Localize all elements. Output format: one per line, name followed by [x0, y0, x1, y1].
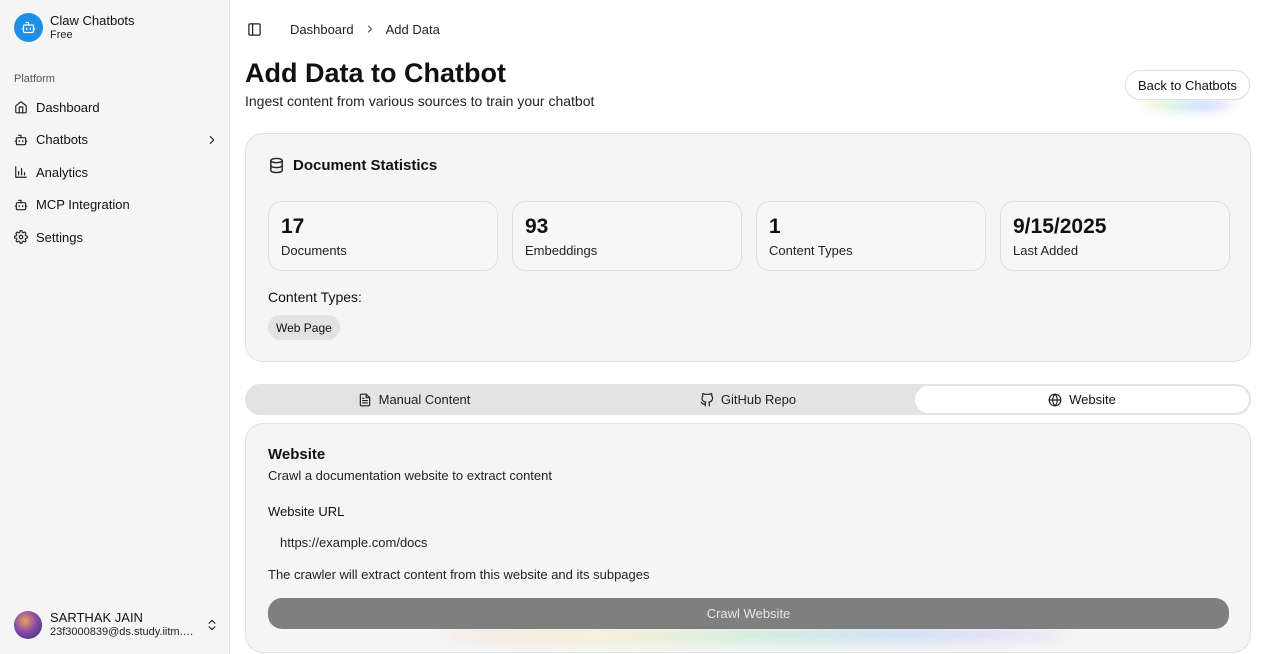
sidebar-nav: Dashboard Chatbots Analytics MCP Integra… — [14, 91, 219, 254]
sidebar-item-label: Chatbots — [36, 132, 89, 148]
content-types-label: Content Types: — [268, 289, 362, 305]
document-icon — [358, 393, 372, 407]
sidebar: Claw Chatbots Free Platform Dashboard Ch… — [0, 0, 230, 654]
user-menu[interactable]: SARTHAK JAIN 23f3000839@ds.study.iitm.ac… — [14, 610, 219, 640]
tab-label: Website — [1069, 392, 1116, 407]
breadcrumb-add-data: Add Data — [385, 21, 440, 37]
page-title: Add Data to Chatbot — [245, 58, 506, 88]
tab-github-repo[interactable]: GitHub Repo — [581, 386, 915, 413]
stat-label: Last Added — [1013, 243, 1079, 258]
stat-label: Content Types — [769, 243, 853, 258]
brand-name: Claw Chatbots — [50, 13, 135, 29]
database-icon — [268, 157, 285, 174]
sidebar-item-mcp-integration[interactable]: MCP Integration — [14, 189, 219, 222]
card-title: Website — [268, 446, 326, 463]
website-url-label: Website URL — [268, 504, 345, 519]
source-tabs: Manual Content GitHub Repo Website — [245, 384, 1251, 415]
stat-value: 1 — [769, 215, 781, 238]
avatar — [14, 611, 42, 639]
website-url-input[interactable] — [268, 529, 1228, 555]
stat-label: Documents — [281, 243, 347, 258]
tab-label: Manual Content — [378, 392, 471, 407]
globe-icon — [1048, 393, 1062, 407]
sidebar-item-settings[interactable]: Settings — [14, 221, 219, 254]
sidebar-item-label: Dashboard — [36, 99, 100, 115]
bot-icon — [14, 13, 43, 42]
sidebar-item-dashboard[interactable]: Dashboard — [14, 91, 219, 124]
breadcrumb-dashboard[interactable]: Dashboard — [290, 22, 354, 37]
bot-icon — [14, 133, 28, 147]
card-title: Document Statistics — [293, 157, 438, 174]
button-glow — [1140, 98, 1235, 112]
button-glow — [446, 627, 1066, 643]
tab-manual-content[interactable]: Manual Content — [247, 386, 581, 413]
user-name: SARTHAK JAIN — [50, 610, 143, 625]
user-email: 23f3000839@ds.study.iitm.ac.in — [50, 626, 195, 639]
bot-icon — [14, 198, 28, 212]
back-to-chatbots-button[interactable]: Back to Chatbots — [1125, 70, 1250, 100]
website-card: Website Crawl a documentation website to… — [245, 423, 1251, 653]
stat-documents: 17 Documents — [268, 201, 498, 271]
github-icon — [700, 392, 714, 407]
page-subtitle: Ingest content from various sources to t… — [245, 93, 595, 109]
stat-value: 9/15/2025 — [1013, 215, 1107, 238]
topbar: Dashboard Add Data — [247, 20, 440, 38]
breadcrumb: Dashboard Add Data — [290, 22, 440, 37]
stat-last-added: 9/15/2025 Last Added — [1000, 201, 1230, 271]
sidebar-item-label: MCP Integration — [36, 197, 130, 213]
card-description: Crawl a documentation website to extract… — [268, 468, 552, 483]
chevron-right-icon[interactable] — [205, 133, 219, 147]
sidebar-item-label: Analytics — [36, 164, 89, 180]
stat-value: 17 — [281, 215, 305, 238]
gear-icon — [14, 230, 28, 245]
sidebar-item-label: Settings — [36, 229, 83, 245]
content-type-badge: Web Page — [268, 315, 340, 340]
document-statistics-card: Document Statistics 17 Documents 93 Embe… — [245, 133, 1251, 362]
home-icon — [14, 100, 28, 114]
chevrons-up-down-icon[interactable] — [205, 618, 219, 632]
stat-value: 93 — [525, 215, 549, 238]
tab-label: GitHub Repo — [720, 392, 797, 407]
brand[interactable]: Claw Chatbots Free — [14, 13, 135, 42]
sidebar-item-chatbots[interactable]: Chatbots — [14, 124, 219, 157]
stat-embeddings: 93 Embeddings — [512, 201, 742, 271]
sidebar-item-analytics[interactable]: Analytics — [14, 156, 219, 189]
chevron-right-icon — [364, 23, 376, 35]
section-label-platform: Platform — [14, 73, 55, 85]
crawl-website-button[interactable]: Crawl Website — [268, 598, 1229, 629]
bar-chart-icon — [14, 165, 28, 179]
tab-website[interactable]: Website — [915, 386, 1249, 413]
brand-plan: Free — [50, 28, 73, 41]
stat-label: Embeddings — [525, 243, 598, 258]
sidebar-toggle-icon[interactable] — [247, 22, 262, 37]
stat-content-types: 1 Content Types — [756, 201, 986, 271]
crawler-hint: The crawler will extract content from th… — [268, 567, 650, 582]
